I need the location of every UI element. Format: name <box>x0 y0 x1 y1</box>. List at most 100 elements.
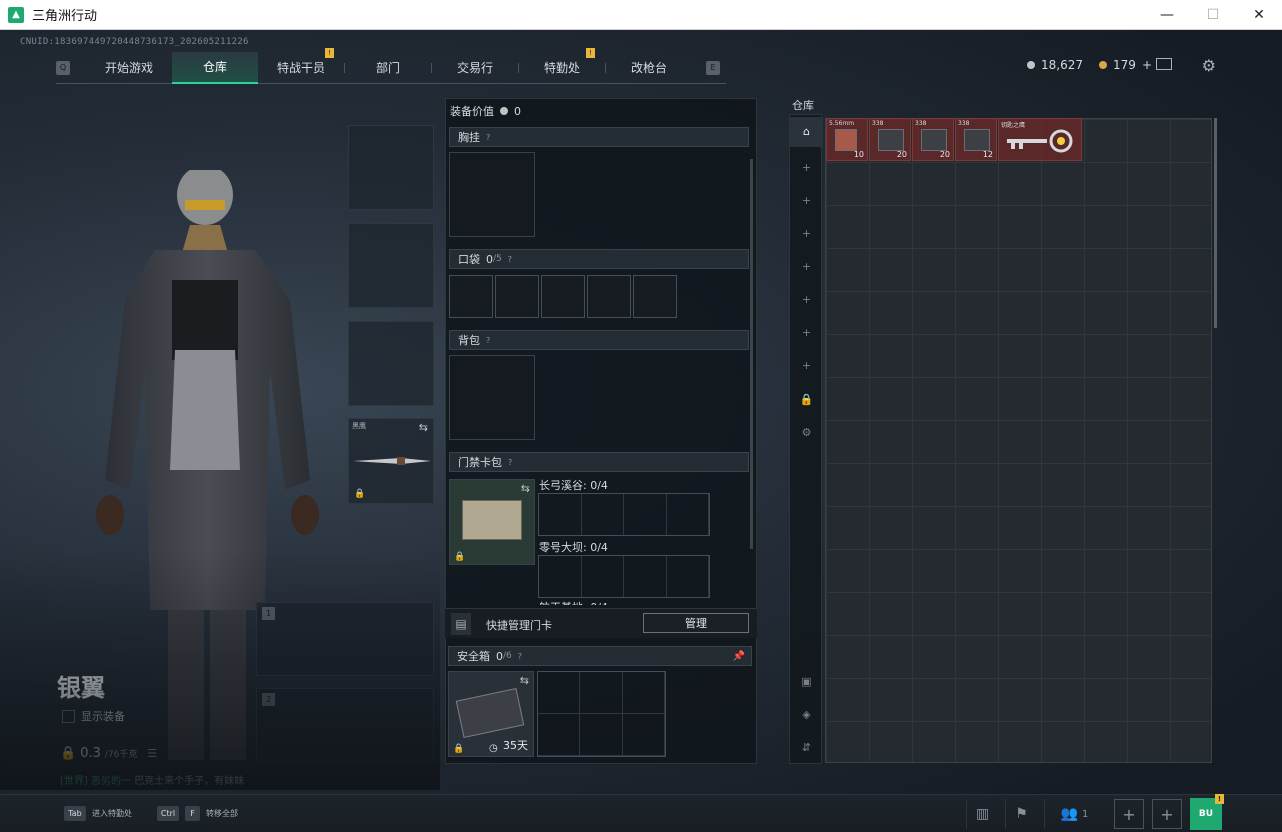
item-quantity: 12 <box>982 150 993 159</box>
chest-rig-label: 胸挂 <box>458 131 480 144</box>
tab-label: 改枪台 <box>630 61 667 75</box>
keycard-map-name: 航天基地: 0/4 <box>539 599 608 605</box>
maximize-button[interactable]: ☐ <box>1190 0 1236 30</box>
tab-start-game[interactable]: 开始游戏 <box>86 52 172 84</box>
show-equipment-toggle[interactable]: 显示装备 <box>62 708 125 724</box>
weapon-slot-number: 1 <box>262 607 275 620</box>
add-page-icon[interactable]: + <box>790 161 823 174</box>
add-page-icon[interactable]: + <box>790 359 823 372</box>
pocket-slot[interactable] <box>633 275 677 318</box>
secondary-weapon-slot[interactable]: 2 <box>256 688 434 762</box>
chat-text: 巴克士来个手子，有妹妹 <box>134 776 245 787</box>
sort-icon[interactable]: ▣ <box>790 675 823 688</box>
layers-icon[interactable]: ◈ <box>790 708 823 721</box>
warehouse-grid[interactable] <box>825 118 1212 763</box>
swap-icon[interactable]: ⇆ <box>521 482 530 495</box>
swap-icon[interactable]: ⇆ <box>419 421 428 434</box>
tab-warehouse[interactable]: 仓库 <box>172 51 258 84</box>
friends-icon[interactable]: 👥 1 <box>1044 799 1104 829</box>
safe-box-slot[interactable]: ⇆ 🔒 ◷ 35天 <box>448 671 534 757</box>
lock-icon: 🔒 <box>354 489 366 499</box>
add-teammate-slot[interactable]: + <box>1152 799 1182 829</box>
pistol-slot[interactable] <box>348 321 434 406</box>
pocket-slot[interactable] <box>587 275 631 318</box>
player-avatar[interactable]: BU ! <box>1190 794 1224 830</box>
item-quantity: 20 <box>939 150 950 159</box>
panel-scrollbar[interactable] <box>750 159 753 549</box>
tab-special-ops[interactable]: 特勤处! <box>519 47 605 84</box>
backpack-slot[interactable] <box>449 355 535 440</box>
warehouse-item-ammo[interactable]: 338 12 <box>955 118 997 161</box>
add-page-icon[interactable]: + <box>790 194 823 207</box>
keycard-case-icon <box>462 500 522 540</box>
silver-coin-icon <box>500 107 508 115</box>
clock-icon: ◷ <box>489 743 498 754</box>
add-page-icon[interactable]: + <box>790 260 823 273</box>
safe-box-header: 安全箱 0/6 ? 📌 <box>448 646 752 666</box>
stats-icon[interactable]: ▥ <box>966 799 998 829</box>
help-icon[interactable]: ? <box>508 255 512 264</box>
warehouse-item-ammo[interactable]: 5.56mm 10 <box>826 118 868 161</box>
keycard-map-name: 长弓溪谷: 0/4 <box>539 479 608 492</box>
list-icon[interactable]: ☰ <box>147 747 157 760</box>
add-page-icon[interactable]: + <box>790 293 823 306</box>
transfer-icon[interactable]: ⇵ <box>790 741 823 754</box>
help-icon[interactable]: ? <box>508 458 512 467</box>
add-page-icon[interactable]: + <box>790 326 823 339</box>
transfer-all-hotkey[interactable]: Ctrl F 转移全部 <box>157 806 238 821</box>
gear-icon[interactable]: ⚙ <box>1202 56 1216 75</box>
item-tag: 338 <box>872 120 884 127</box>
add-currency-button[interactable]: + <box>1142 58 1152 72</box>
lock-icon[interactable]: 🔒 <box>790 393 823 406</box>
chest-rig-slot[interactable] <box>449 152 535 237</box>
add-teammate-slot[interactable]: + <box>1114 799 1144 829</box>
keycard-icon: ▤ <box>451 613 471 635</box>
pocket-slot[interactable] <box>541 275 585 318</box>
warehouse-item-ammo[interactable]: 338 20 <box>912 118 954 161</box>
add-page-icon[interactable]: + <box>790 227 823 240</box>
safe-box-grid[interactable] <box>537 671 666 757</box>
show-equipment-label: 显示装备 <box>81 710 125 723</box>
tab-operators[interactable]: 特战干员! <box>258 47 344 84</box>
gear-icon[interactable]: ⚙ <box>790 426 823 439</box>
nav-prev-key[interactable]: Q <box>56 60 70 75</box>
tab-gunsmith[interactable]: 改枪台 <box>606 52 692 84</box>
tab-trade[interactable]: 交易行 <box>432 52 518 84</box>
keycard-slots[interactable] <box>538 555 710 598</box>
keycard-slots[interactable] <box>538 493 710 536</box>
pocket-slot[interactable] <box>495 275 539 318</box>
help-icon[interactable]: ? <box>518 652 522 661</box>
notification-badge: ! <box>325 47 334 58</box>
tab-key: Tab <box>64 806 86 821</box>
close-button[interactable]: ✕ <box>1236 0 1282 30</box>
pin-icon[interactable]: 📌 <box>733 651 745 662</box>
helmet-slot[interactable] <box>348 125 434 210</box>
nav-next-key[interactable]: E <box>706 60 720 75</box>
safe-box-timer: 35天 <box>503 739 528 752</box>
flag-icon[interactable]: ⚑ <box>1005 799 1037 829</box>
warehouse-item-ammo[interactable]: 338 20 <box>869 118 911 161</box>
melee-slot[interactable]: 黑鹰 ⇆ 🔒 <box>348 418 434 504</box>
show-equipment-checkbox[interactable] <box>62 709 75 723</box>
enter-special-ops-hotkey[interactable]: Tab 进入特勤处 <box>64 806 132 821</box>
tab-label: 仓库 <box>202 60 227 74</box>
mail-icon[interactable] <box>1156 58 1172 70</box>
warehouse-home-icon[interactable]: ⌂ <box>790 117 823 147</box>
warehouse-scrollbar[interactable] <box>1214 118 1217 328</box>
warehouse-item-key[interactable]: 钥匙之鹰 <box>998 118 1082 161</box>
swap-icon[interactable]: ⇆ <box>520 674 529 687</box>
chat-message[interactable]: [世界] 恶劣的一 巴克士来个手子，有妹妹 <box>60 772 244 787</box>
tab-department[interactable]: 部门 <box>345 52 431 84</box>
keycard-bag-slot[interactable]: ⇆ 🔒 <box>449 479 535 565</box>
warehouse-label: 仓库 <box>792 99 814 112</box>
ammo-box-icon <box>878 129 904 151</box>
help-icon[interactable]: ? <box>486 336 490 345</box>
armor-slot[interactable] <box>348 223 434 308</box>
pocket-slot[interactable] <box>449 275 493 318</box>
help-icon[interactable]: ? <box>486 133 490 142</box>
minimize-button[interactable]: — <box>1144 0 1190 30</box>
manage-button[interactable]: 管理 <box>643 613 749 633</box>
pockets-label: 口袋 <box>458 253 480 266</box>
lock-icon: 🔒 <box>453 744 465 754</box>
primary-weapon-slot[interactable]: 1 <box>256 602 434 676</box>
